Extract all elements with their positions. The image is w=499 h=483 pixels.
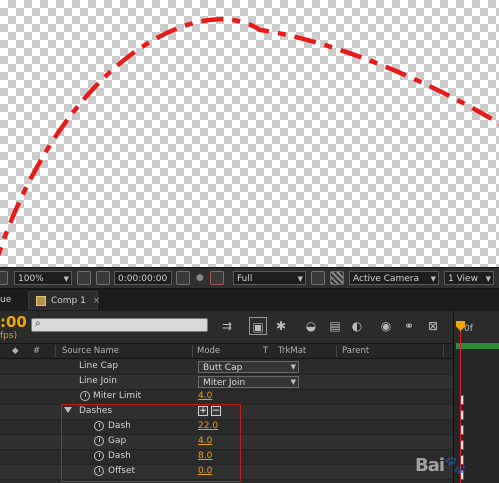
graph-editor-icon[interactable]: ◉ [377, 317, 395, 335]
property-label: Line Cap [79, 361, 119, 371]
line-cap-value: Butt Cap [203, 363, 243, 373]
magnification-dropdown[interactable]: 100% ▼ [14, 271, 72, 285]
label-tag-icon[interactable]: ◆ [12, 346, 19, 356]
show-snapshot-icon[interactable]: ● [196, 271, 206, 285]
viewer-timecode: 0:00:00:00 [118, 274, 168, 284]
draft-3d-icon[interactable]: ✱ [272, 317, 290, 335]
close-icon[interactable]: × [93, 296, 101, 306]
color-channel-icon[interactable] [210, 271, 224, 285]
ruler-start-label: 0f [464, 324, 473, 334]
property-row-miter-limit[interactable]: Miter Limit 4.0 [0, 390, 453, 405]
auto-keyframe-icon[interactable]: ⊠ [424, 317, 442, 335]
render-queue-tab[interactable]: ue [0, 291, 11, 310]
column-trkmat[interactable]: TrkMat [278, 346, 306, 356]
line-join-value: Miter Join [203, 378, 246, 388]
highlight-annotation-box [61, 404, 241, 482]
work-area-bar[interactable] [456, 343, 499, 349]
chevron-down-icon: ▼ [63, 275, 69, 283]
frame-blending-icon[interactable]: ▤ [326, 317, 344, 335]
chevron-down-icon: ▼ [290, 378, 296, 386]
resolution-value: Full [237, 274, 253, 284]
resolution-dropdown[interactable]: Full ▼ [233, 271, 306, 285]
property-label: Line Join [79, 376, 117, 386]
comp-tab-label: Comp 1 [51, 296, 86, 306]
viewer-toolbar: 100% ▼ 0:00:00:00 ● Full ▼ Active Camera… [0, 267, 499, 289]
always-preview-icon[interactable] [0, 271, 8, 285]
view-layout-value: 1 View [448, 274, 478, 284]
snapshot-camera-icon[interactable] [176, 271, 190, 285]
chevron-down-icon: ▼ [290, 363, 296, 371]
render-queue-tab-label: ue [0, 295, 12, 305]
search-icon: ⌕ [35, 318, 41, 329]
composition-viewer[interactable] [0, 0, 499, 267]
motion-blur-icon[interactable]: ◐ [348, 317, 366, 335]
camera-dropdown[interactable]: Active Camera ▼ [349, 271, 439, 285]
chevron-down-icon: ▼ [485, 275, 491, 283]
fast-previews-icon[interactable] [311, 271, 325, 285]
column-layer-number: # [33, 346, 41, 356]
stopwatch-icon[interactable] [80, 391, 90, 401]
layer-search-input[interactable]: ⌕ [31, 318, 208, 332]
magnification-value: 100% [18, 274, 44, 284]
property-row-line-join[interactable]: Line Join Miter Join ▼ [0, 375, 453, 390]
column-track-matte-toggle[interactable]: T [263, 346, 268, 356]
hide-shy-layers-icon[interactable]: ◒ [302, 317, 320, 335]
composition-icon [36, 295, 46, 306]
region-of-interest-icon[interactable] [77, 271, 91, 285]
dashed-stroke-path [0, 17, 499, 258]
camera-value: Active Camera [353, 274, 420, 284]
live-update-icon[interactable]: ▣ [249, 317, 267, 335]
chevron-down-icon: ▼ [297, 275, 303, 283]
current-time-display[interactable]: 0:00:00:00 [114, 271, 172, 285]
current-time-display[interactable]: :00 [0, 313, 27, 331]
timeline-toolbar: :00 fps) ⌕ ⇉ ▣ ✱ ◒ ▤ ◐ ◉ ⚭ ⊠ [0, 311, 453, 343]
chevron-down-icon: ▼ [430, 275, 436, 283]
transparency-grid-icon[interactable] [330, 271, 344, 285]
composition-mini-flowchart-icon[interactable]: ⇉ [218, 317, 236, 335]
timeline-tab-bar: ue Comp 1 × [0, 289, 499, 312]
column-source-name[interactable]: Source Name [62, 346, 119, 356]
line-join-dropdown[interactable]: Miter Join ▼ [198, 376, 299, 388]
brainstorm-icon[interactable]: ⚭ [400, 317, 418, 335]
fps-label: fps) [0, 331, 18, 341]
column-parent[interactable]: Parent [342, 346, 369, 356]
column-mode[interactable]: Mode [197, 346, 220, 356]
property-row-line-cap[interactable]: Line Cap Butt Cap ▼ [0, 360, 453, 375]
miter-limit-value[interactable]: 4.0 [198, 391, 212, 401]
line-cap-dropdown[interactable]: Butt Cap ▼ [198, 361, 299, 373]
property-label: Miter Limit [93, 391, 142, 401]
tab-comp-1[interactable]: Comp 1 × [28, 291, 101, 310]
watermark-logo: Bai🐾 [415, 455, 466, 476]
safe-margins-icon[interactable] [96, 271, 110, 285]
layer-column-header: ◆ # Source Name Mode T TrkMat Parent [0, 343, 453, 359]
view-layout-dropdown[interactable]: 1 View ▼ [444, 271, 494, 285]
